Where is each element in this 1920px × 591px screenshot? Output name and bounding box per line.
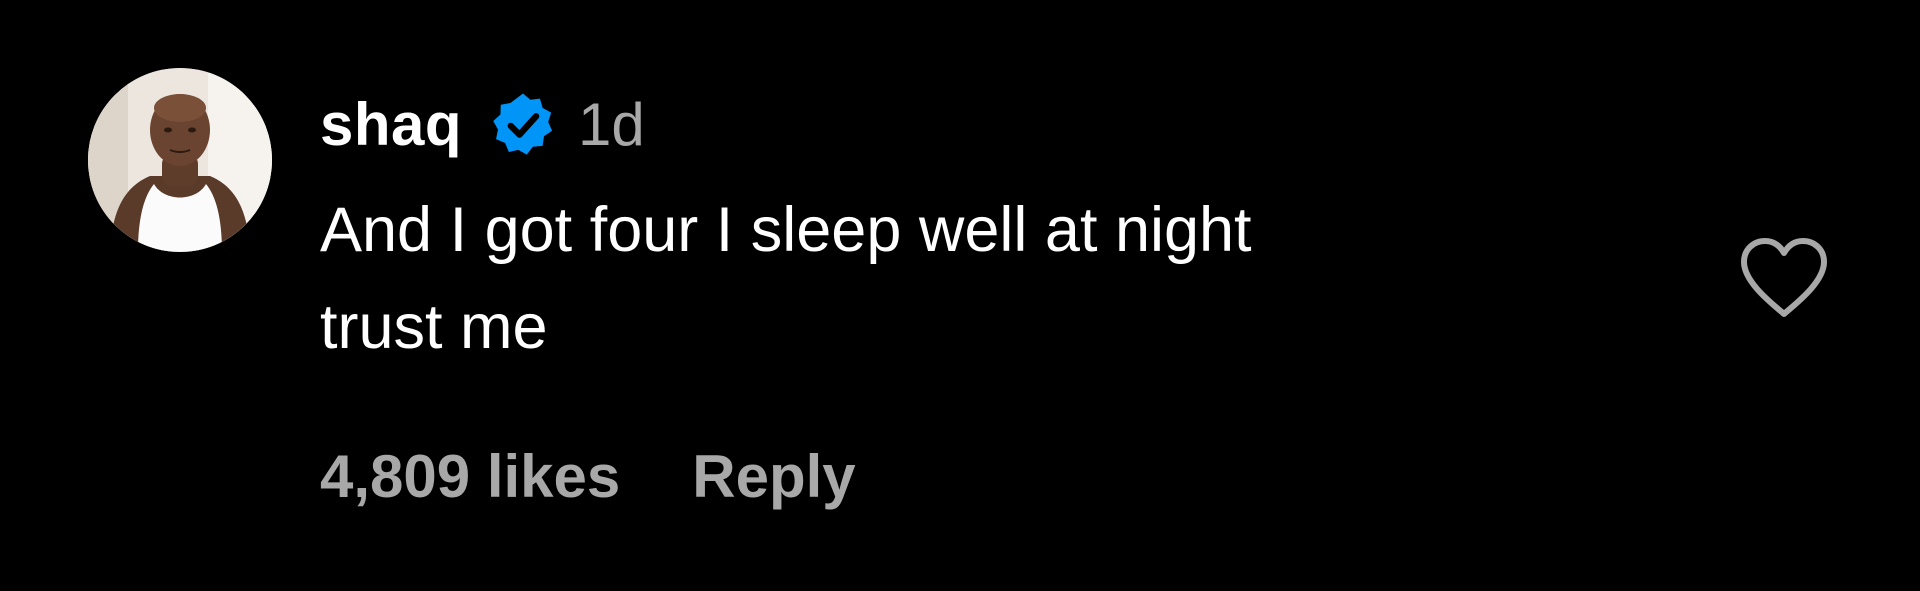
comment-actions: 4,809 likes Reply: [320, 442, 856, 511]
comment-timestamp: 1d: [578, 91, 645, 158]
reply-button[interactable]: Reply: [692, 442, 855, 511]
avatar[interactable]: [88, 68, 272, 252]
avatar-photo: [88, 68, 272, 252]
heart-outline-icon[interactable]: [1738, 236, 1830, 320]
comment-item: shaq 1d And I got four I sleep well at n…: [0, 0, 1920, 591]
likes-count[interactable]: 4,809 likes: [320, 442, 620, 511]
username[interactable]: shaq: [320, 95, 462, 155]
verified-badge-icon: [488, 90, 558, 160]
comment-content: shaq 1d And I got four I sleep well at n…: [320, 82, 1620, 376]
comment-header: shaq 1d: [320, 82, 1620, 168]
comment-text: And I got four I sleep well at night tru…: [320, 195, 1252, 362]
